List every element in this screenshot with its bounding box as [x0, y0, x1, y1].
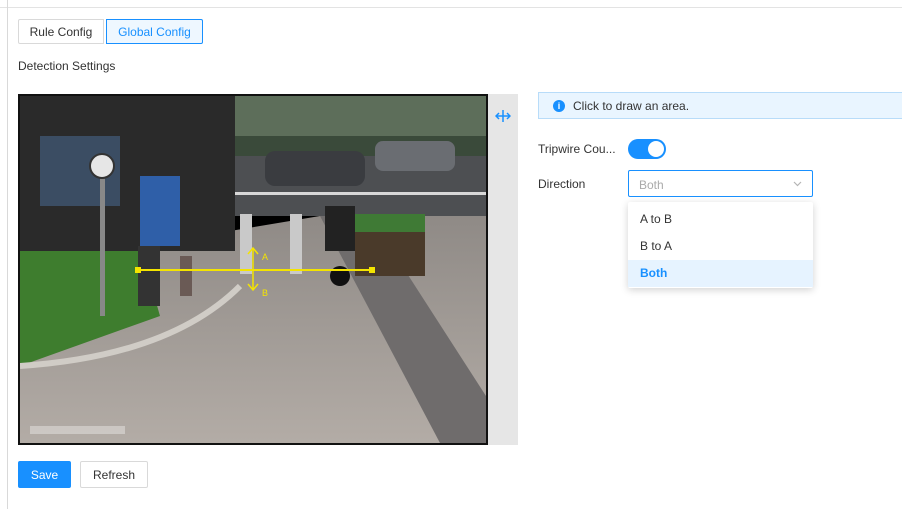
video-preview[interactable]: A B	[18, 94, 488, 445]
refresh-button[interactable]: Refresh	[80, 461, 148, 488]
tripwire-label-b: B	[262, 288, 268, 298]
info-icon: i	[553, 99, 565, 112]
tab-global-config[interactable]: Global Config	[106, 19, 203, 44]
info-banner: i Click to draw an area.	[538, 92, 902, 119]
chevron-down-icon	[793, 181, 802, 187]
direction-option-a-to-b[interactable]: A to B	[628, 206, 813, 233]
tripwire-label-a: A	[262, 252, 268, 262]
save-button[interactable]: Save	[18, 461, 71, 488]
info-text: Click to draw an area.	[573, 98, 690, 113]
direction-label: Direction	[538, 177, 586, 191]
camera-scene: A B	[20, 96, 486, 443]
top-divider	[0, 7, 902, 8]
toggle-knob	[648, 141, 664, 157]
direction-dropdown: A to B B to A Both	[628, 202, 813, 288]
expand-horizontal-icon[interactable]	[495, 109, 511, 123]
direction-select-value: Both	[639, 178, 664, 192]
direction-select[interactable]: Both	[628, 170, 813, 197]
direction-option-b-to-a[interactable]: B to A	[628, 233, 813, 260]
video-side-panel	[488, 94, 518, 445]
tripwire-count-toggle[interactable]	[628, 139, 666, 159]
tripwire-count-label: Tripwire Cou...	[538, 142, 616, 156]
left-divider	[7, 0, 8, 509]
section-title: Detection Settings	[18, 59, 116, 73]
tab-rule-config[interactable]: Rule Config	[18, 19, 104, 44]
direction-option-both[interactable]: Both	[628, 260, 813, 287]
